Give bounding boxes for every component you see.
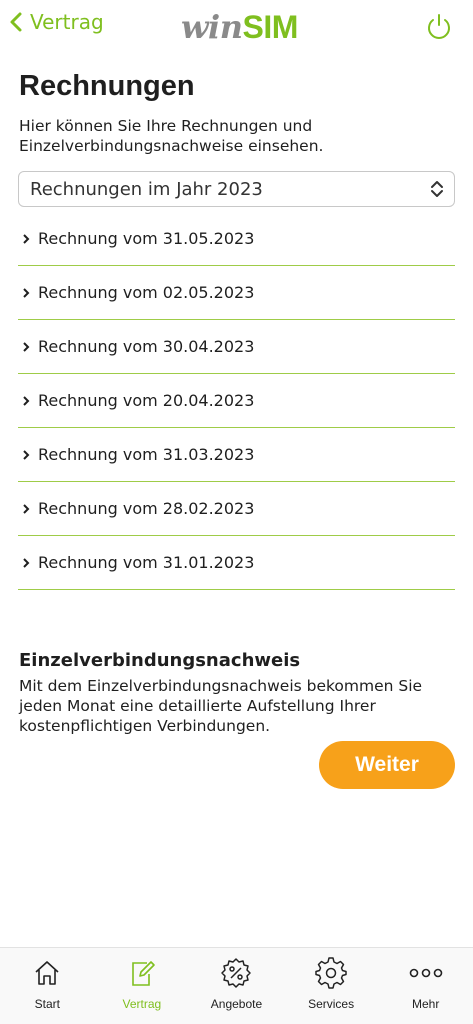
chevron-right-icon	[22, 287, 30, 298]
tab-vertrag[interactable]: Vertrag	[95, 948, 190, 1024]
chevron-left-icon	[10, 12, 22, 32]
tab-label: Vertrag	[122, 997, 162, 1011]
back-label: Vertrag	[30, 10, 104, 34]
tab-angebote[interactable]: Angebote	[189, 948, 284, 1024]
tab-label: Start	[34, 997, 60, 1011]
evn-section-title: Einzelverbindungsnachweis	[19, 650, 301, 671]
invoice-label: Rechnung vom 20.04.2023	[38, 391, 255, 410]
invoice-label: Rechnung vom 28.02.2023	[38, 499, 255, 518]
invoice-label: Rechnung vom 02.05.2023	[38, 283, 255, 302]
year-select[interactable]: Rechnungen im Jahr 2023	[18, 171, 455, 207]
chevron-right-icon	[22, 503, 30, 514]
tab-services[interactable]: Services	[284, 948, 379, 1024]
chevron-right-icon	[22, 341, 30, 352]
invoice-row[interactable]: Rechnung vom 20.04.2023	[18, 374, 455, 428]
brand-logo: winSIM	[181, 8, 298, 46]
tab-label: Mehr	[412, 997, 440, 1011]
invoice-label: Rechnung vom 31.01.2023	[38, 553, 255, 572]
invoice-row[interactable]: Rechnung vom 31.01.2023	[18, 536, 455, 590]
more-dots-icon	[409, 956, 443, 990]
bottom-tab-bar: Start Vertrag Angebote Services Mehr	[0, 947, 473, 1024]
page-description: Hier können Sie Ihre Rechnungen und Einz…	[19, 117, 324, 155]
tab-label: Angebote	[210, 997, 263, 1011]
invoice-row[interactable]: Rechnung vom 28.02.2023	[18, 482, 455, 536]
back-button[interactable]: Vertrag	[8, 10, 104, 34]
select-arrows-icon	[431, 181, 443, 197]
percent-badge-icon	[219, 956, 253, 990]
year-select-value: Rechnungen im Jahr 2023	[30, 178, 263, 200]
invoice-label: Rechnung vom 31.05.2023	[38, 229, 255, 248]
invoice-label: Rechnung vom 30.04.2023	[38, 337, 255, 356]
invoice-label: Rechnung vom 31.03.2023	[38, 445, 255, 464]
contract-edit-icon	[125, 956, 159, 990]
invoice-row[interactable]: Rechnung vom 31.03.2023	[18, 428, 455, 482]
home-icon	[30, 956, 64, 990]
invoice-row[interactable]: Rechnung vom 02.05.2023	[18, 266, 455, 320]
evn-section-text: Mit dem Einzelverbindungsnachweis bekomm…	[19, 677, 423, 735]
tab-start[interactable]: Start	[0, 948, 95, 1024]
chevron-right-icon	[22, 557, 30, 568]
page-title: Rechnungen	[19, 70, 195, 102]
power-icon[interactable]	[424, 12, 454, 42]
invoice-row[interactable]: Rechnung vom 30.04.2023	[18, 320, 455, 374]
invoice-row[interactable]: Rechnung vom 31.05.2023	[18, 212, 455, 266]
gear-icon	[314, 956, 348, 990]
tab-mehr[interactable]: Mehr	[378, 948, 473, 1024]
chevron-right-icon	[22, 233, 30, 244]
weiter-button[interactable]: Weiter	[319, 741, 455, 789]
chevron-right-icon	[22, 395, 30, 406]
chevron-right-icon	[22, 449, 30, 460]
tab-label: Services	[308, 997, 355, 1011]
top-bar: Vertrag winSIM	[0, 0, 473, 56]
invoice-list: Rechnung vom 31.05.2023 Rechnung vom 02.…	[18, 212, 455, 590]
